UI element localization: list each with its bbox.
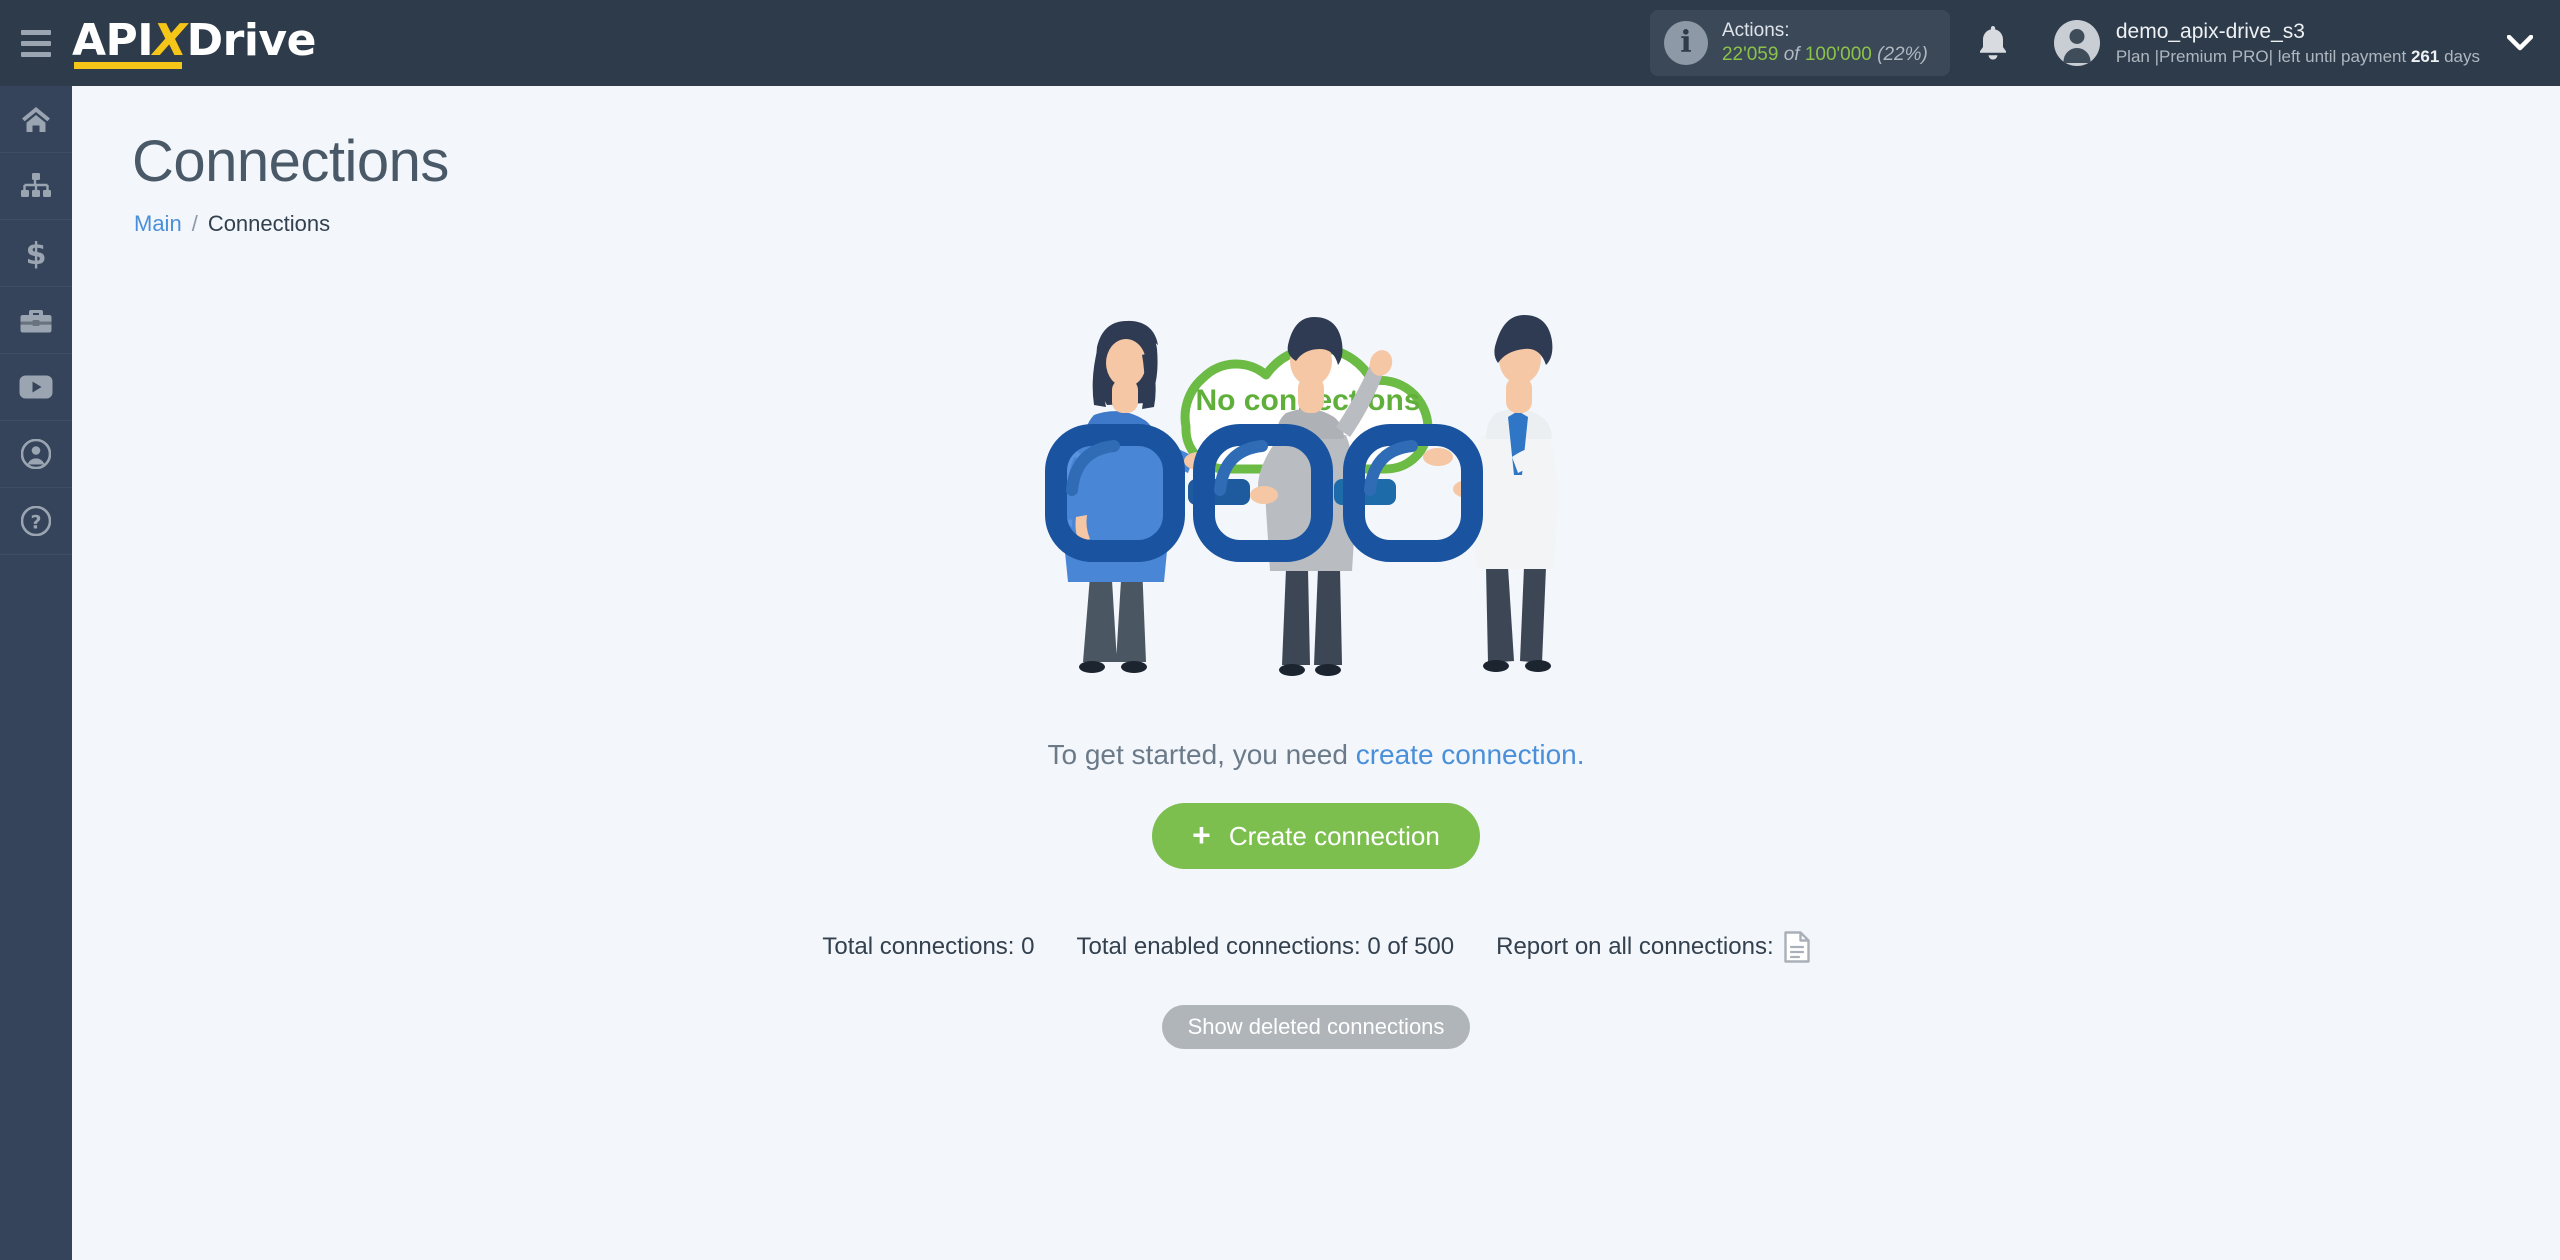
sidebar-item-connections[interactable] bbox=[0, 153, 72, 220]
svg-text:$: $ bbox=[26, 237, 47, 269]
bell-icon[interactable] bbox=[1950, 0, 2036, 86]
sidebar-item-business[interactable] bbox=[0, 287, 72, 354]
report-label: Report on all connections: bbox=[1496, 933, 1774, 960]
hamburger-bar bbox=[21, 51, 51, 57]
create-connection-button[interactable]: + Create connection bbox=[1152, 803, 1480, 869]
sidebar-item-help[interactable]: ? bbox=[0, 488, 72, 555]
breadcrumb-separator: / bbox=[191, 211, 198, 236]
total-enabled-connections-stat: Total enabled connections: 0 of 500 bbox=[1076, 933, 1455, 960]
stats-row: Total connections: 0 Total enabled conne… bbox=[822, 931, 1810, 963]
sidebar-item-billing[interactable]: $ bbox=[0, 220, 72, 287]
plus-icon: + bbox=[1192, 817, 1211, 853]
svg-text:?: ? bbox=[30, 512, 41, 534]
breadcrumb: Main / Connections bbox=[134, 211, 2560, 237]
main-content: Connections Main / Connections No connec… bbox=[72, 86, 2560, 1260]
report-on-all-connections[interactable]: Report on all connections: bbox=[1496, 931, 1810, 963]
account-plan: Plan |Premium PRO| left until payment 26… bbox=[2116, 46, 2480, 68]
chevron-glyph bbox=[2507, 35, 2533, 51]
youtube-icon bbox=[19, 375, 53, 399]
actions-used: 22'059 bbox=[1721, 44, 1779, 65]
actions-value: 22'059 of 100'000 (22%) bbox=[1722, 43, 1928, 67]
brand-drive: Drive bbox=[186, 15, 317, 66]
chevron-down-icon[interactable] bbox=[2480, 0, 2560, 86]
home-icon bbox=[22, 106, 50, 132]
actions-label: Actions: bbox=[1721, 20, 1790, 42]
left-sidebar: $ ? bbox=[0, 86, 72, 1260]
actions-quota-text: Actions: 22'059 of 100'000 (22%) bbox=[1722, 19, 1928, 67]
avatar bbox=[2053, 20, 2100, 66]
avatar-head bbox=[2069, 29, 2085, 44]
create-connection-link[interactable]: create connection. bbox=[1356, 739, 1585, 770]
user-icon bbox=[21, 439, 51, 469]
help-icon: ? bbox=[21, 506, 51, 536]
create-connection-button-label: Create connection bbox=[1228, 820, 1440, 851]
top-header: APIXDrive i Actions: 22'059 of 100'000 (… bbox=[0, 0, 2560, 86]
account-days-value: 261 bbox=[2410, 46, 2440, 66]
empty-state: No connections To get started, you need … bbox=[72, 267, 2560, 1049]
show-deleted-connections-button[interactable]: Show deleted connections bbox=[1161, 1005, 1471, 1049]
cta-text: To get started, you need create connecti… bbox=[1047, 739, 1584, 771]
figure-right bbox=[1423, 315, 1559, 672]
brand-logo[interactable]: APIXDrive bbox=[72, 0, 336, 86]
brand-api: API bbox=[72, 15, 154, 66]
page-title: Connections bbox=[132, 129, 449, 194]
actions-quota-chip[interactable]: i Actions: 22'059 of 100'000 (22%) bbox=[1649, 10, 1950, 76]
total-connections-stat: Total connections: 0 bbox=[822, 933, 1035, 960]
actions-percent: (22%) bbox=[1877, 44, 1928, 65]
account-name: demo_apix-drive_s3 bbox=[2115, 20, 2305, 44]
info-icon: i bbox=[1663, 21, 1708, 65]
brand-x: X bbox=[153, 15, 187, 66]
briefcase-icon bbox=[20, 309, 52, 332]
brand-underline bbox=[74, 62, 182, 69]
account-info: demo_apix-drive_s3 Plan |Premium PRO| le… bbox=[2116, 18, 2480, 67]
dollar-icon: $ bbox=[26, 237, 47, 269]
breadcrumb-current: Connections bbox=[207, 211, 331, 236]
account-days-suffix: days bbox=[2444, 46, 2480, 66]
hamburger-icon[interactable] bbox=[0, 0, 72, 86]
account-plan-prefix: Plan |Premium PRO| left until payment bbox=[2115, 46, 2407, 66]
avatar-body bbox=[2063, 48, 2091, 63]
breadcrumb-main-link[interactable]: Main bbox=[134, 211, 182, 237]
brand-logo-text: APIXDrive bbox=[72, 19, 316, 69]
sidebar-empty-space bbox=[0, 555, 72, 1259]
sidebar-item-video[interactable] bbox=[0, 354, 72, 421]
sidebar-item-home[interactable] bbox=[0, 86, 72, 153]
actions-total: 100'000 bbox=[1804, 44, 1872, 65]
sidebar-item-profile[interactable] bbox=[0, 421, 72, 488]
sitemap-icon bbox=[21, 173, 51, 197]
hamburger-bar bbox=[21, 40, 51, 46]
hamburger-bar bbox=[21, 29, 51, 35]
actions-of: of bbox=[1783, 44, 1800, 65]
no-connections-illustration: No connections bbox=[1045, 315, 1559, 676]
document-icon bbox=[1783, 931, 1810, 963]
cta-text-before: To get started, you need bbox=[1047, 739, 1356, 770]
account-menu[interactable]: demo_apix-drive_s3 Plan |Premium PRO| le… bbox=[2036, 0, 2480, 86]
bell-glyph bbox=[1979, 26, 2006, 60]
